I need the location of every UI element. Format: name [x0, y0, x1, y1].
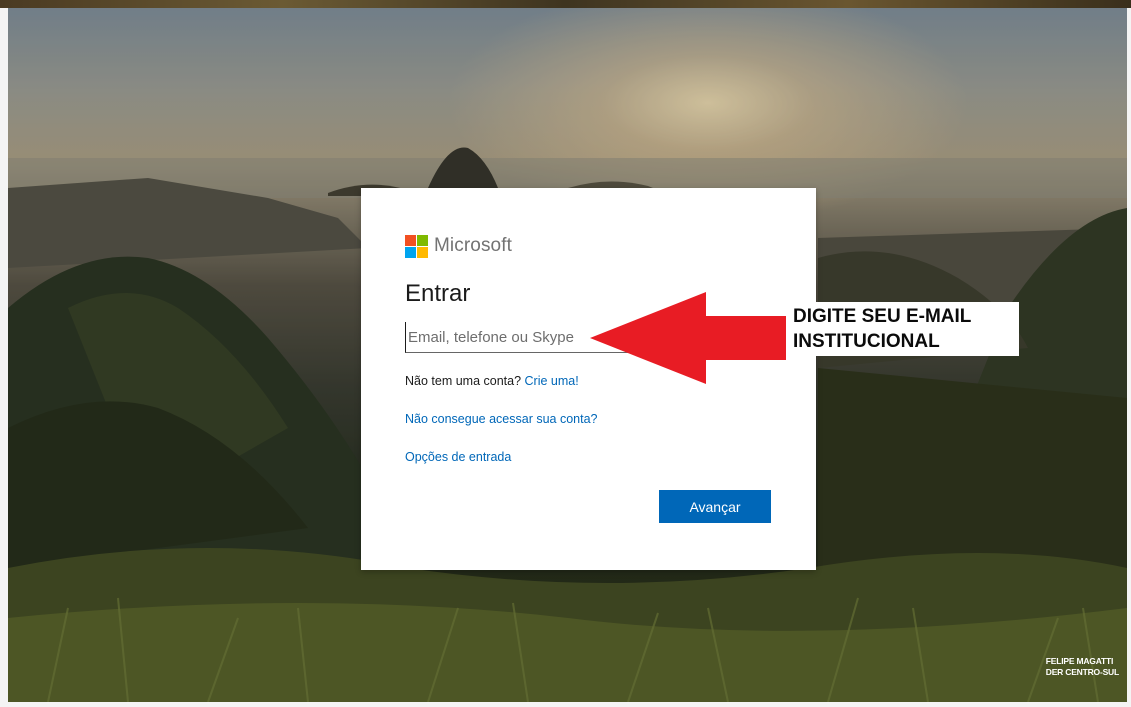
- credit-line-2: DER CENTRO-SUL: [1045, 667, 1119, 677]
- logo-square-red: [405, 234, 416, 246]
- credit-line-1: FELIPE MAGATTI: [1045, 656, 1114, 666]
- brand-name: Microsoft: [434, 235, 512, 256]
- signin-options-row: Opções de entrada: [405, 449, 772, 465]
- logo-square-yellow: [417, 246, 428, 258]
- next-button[interactable]: Avançar: [659, 490, 771, 523]
- logo-square-blue: [405, 246, 416, 258]
- create-account-link[interactable]: Crie uma!: [525, 374, 579, 388]
- annotation-line-1: DIGITE SEU E-MAIL: [793, 306, 972, 327]
- brand-row: Microsoft: [405, 234, 772, 258]
- top-photo-strip: [0, 0, 1131, 8]
- no-account-text: Não tem uma conta?: [405, 374, 522, 388]
- screenshot-frame: Microsoft Entrar Não tem uma conta? Crie…: [0, 0, 1131, 707]
- annotation-line-2: INSTITUCIONAL: [793, 331, 940, 352]
- cant-access-row: Não consegue acessar sua conta?: [405, 411, 772, 427]
- annotation-label: DIGITE SEU E-MAIL INSTITUCIONAL: [789, 302, 1019, 356]
- signin-options-link[interactable]: Opções de entrada: [405, 450, 511, 464]
- arrow-icon: [590, 292, 786, 384]
- microsoft-logo-icon: [405, 234, 428, 258]
- logo-square-green: [417, 234, 428, 246]
- cant-access-link[interactable]: Não consegue acessar sua conta?: [405, 412, 598, 426]
- photo-credit: FELIPE MAGATTI DER CENTRO-SUL: [1046, 656, 1119, 678]
